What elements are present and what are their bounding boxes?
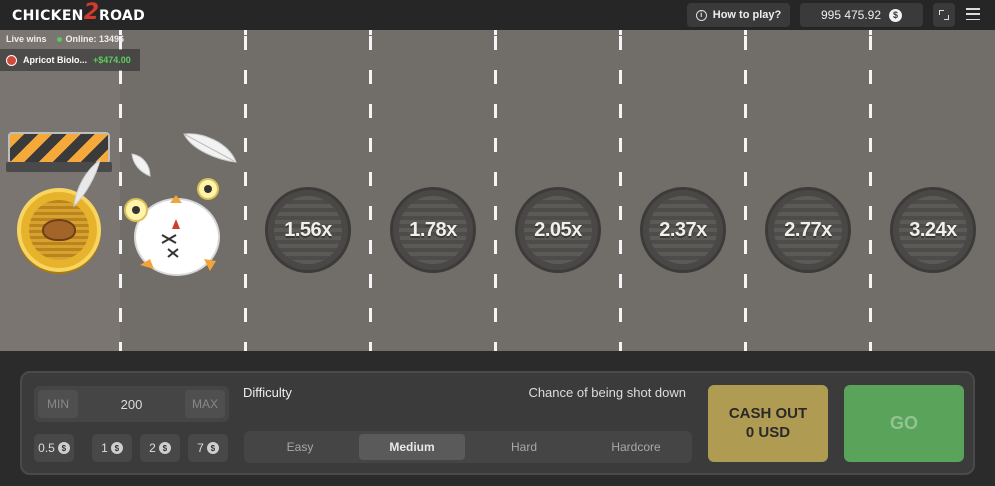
lane-manhole-6[interactable]: 3.24x <box>890 187 976 273</box>
bet-amount-input[interactable] <box>82 386 181 422</box>
manhole-grate: 2.77x <box>774 196 842 264</box>
lane-multiplier: 2.77x <box>784 218 832 241</box>
quick-bet-value: 1 <box>101 441 108 455</box>
chicken-character-icon <box>124 178 220 276</box>
chance-label: Chance of being shot down <box>528 385 686 400</box>
how-to-play-label: How to play? <box>712 9 782 21</box>
tab-hardcore[interactable]: Hardcore <box>583 434 689 460</box>
win-amount: +$474.00 <box>93 55 131 65</box>
live-win-item: Apricot Biolo... +$474.00 <box>0 49 140 71</box>
lane-manhole-3[interactable]: 2.05x <box>515 187 601 273</box>
hamburger-icon-bar <box>966 18 980 20</box>
logo-text-chicken: CHICKEN <box>12 8 84 24</box>
manhole-grate: 2.05x <box>524 196 592 264</box>
dollar-coin-icon: $ <box>158 442 171 454</box>
dollar-coin-icon: $ <box>110 442 123 454</box>
go-button[interactable]: GO <box>844 385 964 462</box>
fullscreen-icon <box>939 10 949 20</box>
manhole-grate: 1.56x <box>274 196 342 264</box>
how-to-play-button[interactable]: i How to play? <box>687 3 790 27</box>
header: CHICKEN 2 ROAD i How to play? 995 475.92… <box>0 0 995 30</box>
lane-multiplier: 2.05x <box>534 218 582 241</box>
min-bet-button[interactable]: MIN <box>38 390 78 418</box>
difficulty-label: Difficulty <box>243 385 292 400</box>
win-player-name: Apricot Biolo... <box>23 55 87 65</box>
quick-bet-button[interactable]: 1 $ <box>92 434 132 462</box>
max-bet-button[interactable]: MAX <box>185 390 225 418</box>
logo: CHICKEN 2 ROAD <box>12 0 145 27</box>
balance-display: 995 475.92 $ <box>800 3 923 27</box>
feather-icon <box>183 133 237 163</box>
difficulty-tabs: Easy Medium Hard Hardcore <box>244 431 692 463</box>
fullscreen-button[interactable] <box>933 3 955 27</box>
online-count-text: Online: 13496 <box>65 34 125 44</box>
dollar-coin-icon: $ <box>889 8 903 22</box>
hamburger-icon-bar <box>966 13 980 15</box>
logo-text-two: 2 <box>83 0 100 25</box>
lane-multiplier: 2.37x <box>659 218 707 241</box>
quick-bet-value: 0.5 <box>38 441 55 455</box>
online-dot-icon <box>56 37 62 42</box>
manhole-grate: 3.24x <box>899 196 967 264</box>
tab-medium[interactable]: Medium <box>359 434 465 460</box>
menu-button[interactable] <box>964 6 982 22</box>
lane-manhole-5[interactable]: 2.77x <box>765 187 851 273</box>
tab-easy[interactable]: Easy <box>247 434 353 460</box>
controls-panel: MIN MAX 0.5 $ 1 $ 2 $ 7 $ Difficulty Cha… <box>20 371 975 475</box>
lane-multiplier: 1.78x <box>409 218 457 241</box>
feather-icon <box>73 158 101 208</box>
info-icon: i <box>695 9 707 21</box>
cash-out-amount: 0 USD <box>745 423 791 441</box>
lane-divider <box>244 30 247 351</box>
coin-grate <box>29 200 89 260</box>
lane-divider <box>744 30 747 351</box>
lane-multiplier: 1.56x <box>284 218 332 241</box>
avatar <box>6 54 17 66</box>
lane-multiplier: 3.24x <box>909 218 957 241</box>
balance-value: 995 475.92 <box>820 8 882 22</box>
lane-divider <box>494 30 497 351</box>
tab-hard[interactable]: Hard <box>471 434 577 460</box>
lane-manhole-4[interactable]: 2.37x <box>640 187 726 273</box>
dollar-coin-icon: $ <box>57 442 70 454</box>
cash-out-button[interactable]: CASH OUT 0 USD <box>708 385 828 462</box>
quick-bet-button[interactable]: 7 $ <box>188 434 228 462</box>
hamburger-icon-bar <box>966 8 980 10</box>
manhole-grate: 1.78x <box>399 196 467 264</box>
lane-manhole-1[interactable]: 1.56x <box>265 187 351 273</box>
lane-divider <box>619 30 622 351</box>
quick-bet-button[interactable]: 2 $ <box>140 434 180 462</box>
quick-bet-button[interactable]: 0.5 $ <box>34 434 74 462</box>
roast-chicken-icon <box>42 219 76 241</box>
quick-bet-value: 2 <box>149 441 156 455</box>
live-wins-bar: Live wins Online: 13496 <box>0 30 124 48</box>
dollar-coin-icon: $ <box>206 442 219 454</box>
live-wins-label: Live wins <box>6 34 47 44</box>
logo-text-road: ROAD <box>99 8 145 24</box>
cash-out-label: CASH OUT <box>728 404 808 422</box>
lane-divider <box>369 30 372 351</box>
lane-divider <box>869 30 872 351</box>
lane-manhole-2[interactable]: 1.78x <box>390 187 476 273</box>
quick-bet-value: 7 <box>197 441 204 455</box>
online-count: Online: 13496 <box>56 34 125 44</box>
manhole-grate: 2.37x <box>649 196 717 264</box>
bet-amount-box: MIN MAX <box>34 386 229 422</box>
